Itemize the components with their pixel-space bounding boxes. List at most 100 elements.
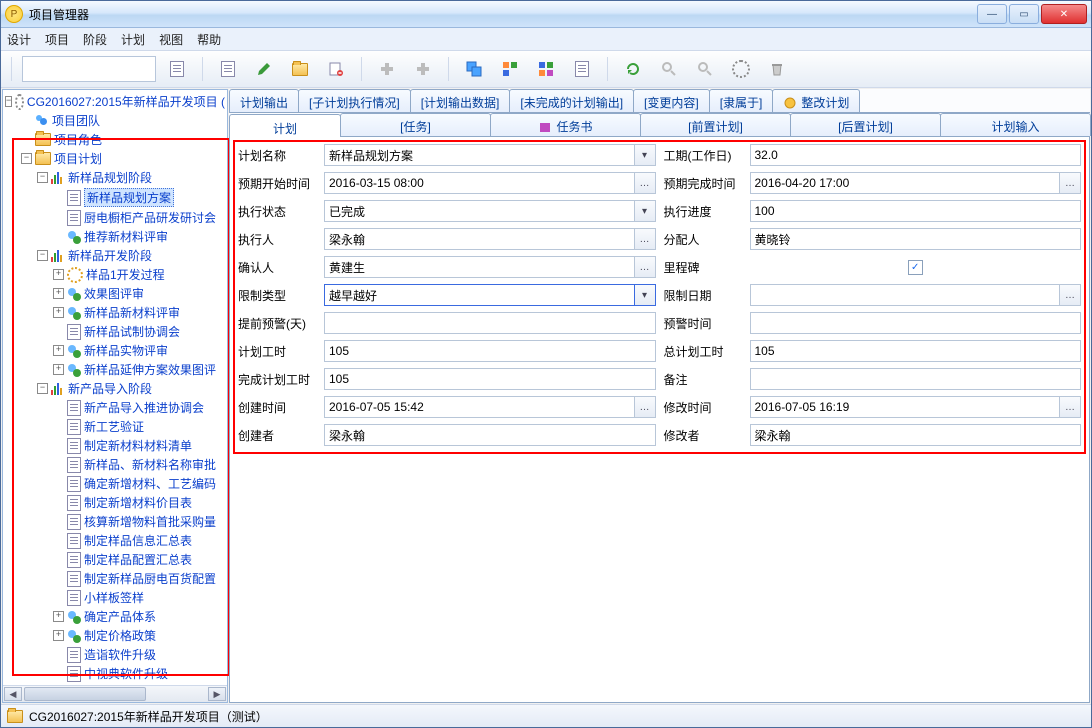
tree-p3a[interactable]: 新产品导入推进协调会 xyxy=(84,399,204,416)
toolbar-trash-button[interactable] xyxy=(762,55,792,83)
menu-design[interactable]: 设计 xyxy=(7,31,31,48)
field-create-time[interactable] xyxy=(324,396,635,418)
tree-p3i[interactable]: 制定样品配置汇总表 xyxy=(84,551,192,568)
tree-team[interactable]: 项目团队 xyxy=(52,112,100,129)
tree-p1c[interactable]: 推荐新材料评审 xyxy=(84,228,168,245)
tab-sub-exec[interactable]: [子计划执行情况] xyxy=(298,89,411,112)
field-end[interactable] xyxy=(750,172,1061,194)
tree-p1b[interactable]: 厨电橱柜产品研发研讨会 xyxy=(84,209,216,226)
tree-p3h[interactable]: 制定样品信息汇总表 xyxy=(84,532,192,549)
tab-belongs[interactable]: [隶属于] xyxy=(709,89,774,112)
toolbar-tile-button[interactable] xyxy=(495,55,525,83)
field-limit-type[interactable] xyxy=(324,284,635,306)
tree-p2e[interactable]: 新样品实物评审 xyxy=(84,342,168,359)
field-total-hours[interactable] xyxy=(750,340,1082,362)
tree-phase2[interactable]: 新样品开发阶段 xyxy=(68,247,152,264)
expand-toggle[interactable]: − xyxy=(5,96,12,107)
picker-button[interactable]: … xyxy=(635,172,656,194)
field-duration[interactable] xyxy=(750,144,1082,166)
scroll-right-arrow[interactable]: ▶ xyxy=(208,687,226,701)
field-modifier[interactable] xyxy=(750,424,1082,446)
field-alarm-time[interactable] xyxy=(750,312,1082,334)
picker-button[interactable]: … xyxy=(1060,396,1081,418)
tree-p3k[interactable]: 小样板签样 xyxy=(84,589,144,606)
toolbar-refresh-button[interactable] xyxy=(618,55,648,83)
field-executor[interactable] xyxy=(324,228,635,250)
field-limit-date[interactable] xyxy=(750,284,1061,306)
dropdown-button[interactable]: ▾ xyxy=(635,144,656,166)
tree-p2c[interactable]: 新样品新材料评审 xyxy=(84,304,180,321)
minimize-button[interactable]: — xyxy=(977,4,1007,24)
toolbar-clipboard-button[interactable] xyxy=(162,55,192,83)
picker-button[interactable]: … xyxy=(635,256,656,278)
picker-button[interactable]: … xyxy=(635,396,656,418)
tab-plan[interactable]: 计划 xyxy=(229,114,341,138)
field-plan-hours[interactable] xyxy=(324,340,656,362)
tree-p3c[interactable]: 制定新材料材料清单 xyxy=(84,437,192,454)
field-done-hours[interactable] xyxy=(324,368,656,390)
field-creator[interactable] xyxy=(324,424,656,446)
field-exec-status[interactable] xyxy=(324,200,635,222)
tree-p3b[interactable]: 新工艺验证 xyxy=(84,418,144,435)
toolbar-gear-button[interactable] xyxy=(726,55,756,83)
tab-changes[interactable]: [变更内容] xyxy=(633,89,710,112)
tab-output[interactable]: 计划输出 xyxy=(229,89,299,112)
tree-p3l[interactable]: 确定产品体系 xyxy=(84,608,156,625)
maximize-button[interactable]: ▭ xyxy=(1009,4,1039,24)
menu-help[interactable]: 帮助 xyxy=(197,31,221,48)
toolbar-search-input[interactable] xyxy=(22,56,156,82)
dropdown-button[interactable]: ▾ xyxy=(635,200,656,222)
scroll-thumb[interactable] xyxy=(24,687,146,701)
tree-p3m[interactable]: 制定价格政策 xyxy=(84,627,156,644)
toolbar-delete-button[interactable] xyxy=(321,55,351,83)
toolbar-open-button[interactable] xyxy=(285,55,315,83)
toolbar-grid-button[interactable] xyxy=(531,55,561,83)
tab-taskbook[interactable]: 任务书 xyxy=(490,113,641,136)
tree-p3o[interactable]: 中视典软件升级 xyxy=(84,665,168,682)
expand-toggle[interactable]: + xyxy=(53,307,64,318)
toolbar-zoomout-button[interactable] xyxy=(690,55,720,83)
toolbar-new-button[interactable] xyxy=(213,55,243,83)
toolbar-puzzle2-button[interactable] xyxy=(408,55,438,83)
picker-button[interactable]: … xyxy=(1060,172,1081,194)
tree-p3e[interactable]: 确定新增材料、工艺编码 xyxy=(84,475,216,492)
tree-plan[interactable]: 项目计划 xyxy=(54,150,102,167)
expand-toggle[interactable]: + xyxy=(53,345,64,356)
tree-p2d[interactable]: 新样品试制协调会 xyxy=(84,323,180,340)
expand-toggle[interactable]: − xyxy=(37,250,48,261)
tab-rectify[interactable]: 整改计划 xyxy=(772,89,860,112)
horizontal-scrollbar[interactable]: ◀ ▶ xyxy=(3,685,227,702)
field-modify-time[interactable] xyxy=(750,396,1061,418)
checkbox-milestone[interactable]: ✓ xyxy=(908,260,923,275)
tree-p3g[interactable]: 核算新增物料首批采购量 xyxy=(84,513,216,530)
tab-plan-input[interactable]: 计划输入 xyxy=(940,113,1091,136)
expand-toggle[interactable]: − xyxy=(37,172,48,183)
menu-project[interactable]: 项目 xyxy=(45,31,69,48)
expand-toggle[interactable]: + xyxy=(53,611,64,622)
expand-toggle[interactable]: + xyxy=(53,269,64,280)
tab-pre-plan[interactable]: [前置计划] xyxy=(640,113,791,136)
project-tree[interactable]: −CG2016027:2015年新样品开发项目 ( 项目团队 项目角色 −项目计… xyxy=(3,90,227,685)
field-start[interactable] xyxy=(324,172,635,194)
tab-output-data[interactable]: [计划输出数据] xyxy=(410,89,511,112)
tree-p3f[interactable]: 制定新增材料价目表 xyxy=(84,494,192,511)
toolbar-zoomin-button[interactable] xyxy=(654,55,684,83)
tree-p2a[interactable]: 样品1开发过程 xyxy=(86,266,165,283)
scroll-left-arrow[interactable]: ◀ xyxy=(4,687,22,701)
expand-toggle[interactable]: − xyxy=(37,383,48,394)
tree-p3d[interactable]: 新样品、新材料名称审批 xyxy=(84,456,216,473)
expand-toggle[interactable]: − xyxy=(21,153,32,164)
field-assignee[interactable] xyxy=(750,228,1082,250)
field-pre-alarm[interactable] xyxy=(324,312,656,334)
toolbar-edit-button[interactable] xyxy=(249,55,279,83)
tree-p2b[interactable]: 效果图评审 xyxy=(84,285,144,302)
field-remark[interactable] xyxy=(750,368,1082,390)
field-name[interactable] xyxy=(324,144,635,166)
close-button[interactable]: ✕ xyxy=(1041,4,1087,24)
tree-p3n[interactable]: 造诣软件升级 xyxy=(84,646,156,663)
tree-p1a[interactable]: 新样品规划方案 xyxy=(84,188,174,207)
tree-role[interactable]: 项目角色 xyxy=(54,131,102,148)
tree-phase1[interactable]: 新样品规划阶段 xyxy=(68,169,152,186)
toolbar-puzzle1-button[interactable] xyxy=(372,55,402,83)
field-confirmer[interactable] xyxy=(324,256,635,278)
